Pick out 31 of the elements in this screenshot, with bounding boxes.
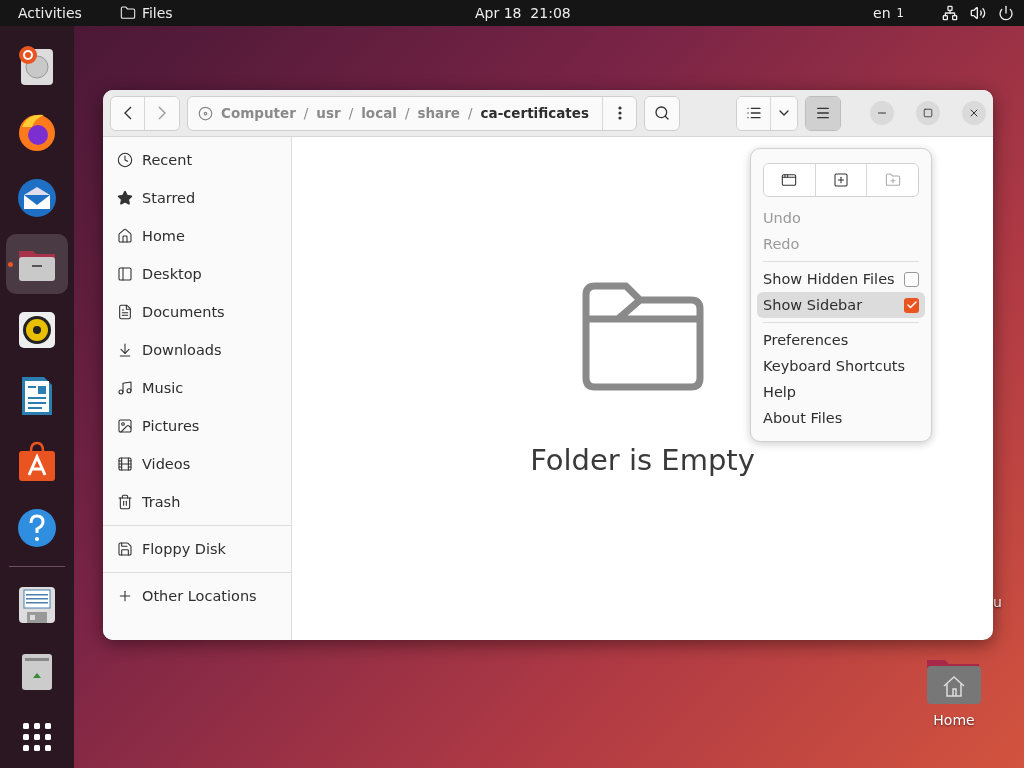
menu-item[interactable]: Help [757,379,925,405]
activities-button[interactable]: Activities [18,5,82,21]
menu-toggle-item[interactable]: Show Hidden Files [757,266,925,292]
sidebar-item[interactable]: Downloads [103,331,291,369]
menu-item-label: Show Hidden Files [763,271,895,287]
sidebar-item[interactable]: Videos [103,445,291,483]
path-separator: / [468,105,473,121]
clock[interactable]: Apr 18 21:08 [172,5,874,21]
path-separator: / [303,105,309,121]
sidebar-item[interactable]: Documents [103,293,291,331]
app-menu[interactable]: Files [119,5,173,21]
menu-item[interactable]: Keyboard Shortcuts [757,353,925,379]
sidebar-item[interactable]: Other Locations [103,577,291,615]
empty-folder-message: Folder is Empty [530,442,755,477]
menu-item[interactable]: About Files [757,405,925,431]
sidebar-item[interactable]: Desktop [103,255,291,293]
path-separator: / [348,105,354,121]
sidebar-item[interactable]: Home [103,217,291,255]
path-segment[interactable]: ca-certificates [480,105,589,121]
path-separator: / [404,105,410,121]
sidebar-item[interactable]: Music [103,369,291,407]
desktop-icon-label[interactable]: Home [933,712,975,728]
menu-item[interactable]: Preferences [757,327,925,353]
sidebar-item[interactable]: Trash [103,483,291,521]
sidebar-item[interactable]: Pictures [103,407,291,445]
menu-item-label: Show Sidebar [763,297,863,313]
sidebar-item[interactable]: Recent [103,141,291,179]
desktop-icon-label: u [993,594,1002,610]
sidebar-item[interactable]: Starred [103,179,291,217]
sidebar-item[interactable]: Floppy Disk [103,530,291,568]
menu-toggle-item[interactable]: Show Sidebar [757,292,925,318]
